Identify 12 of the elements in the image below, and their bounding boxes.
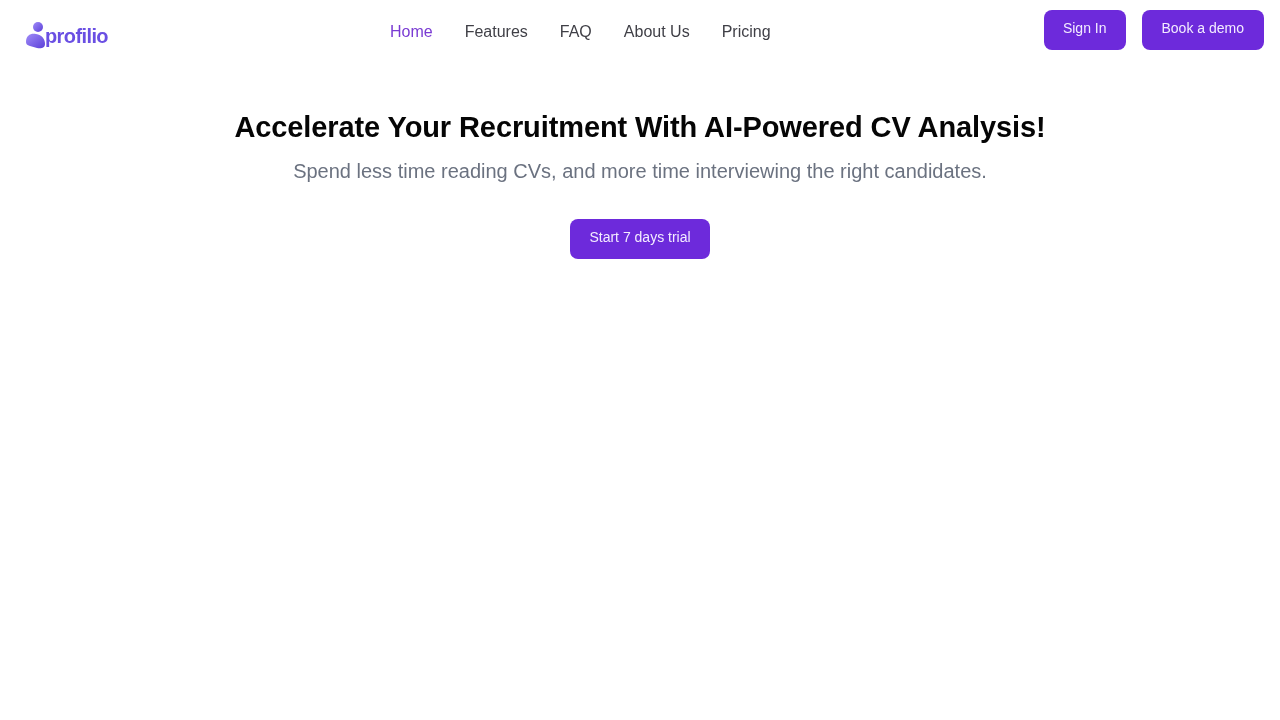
logo-wordmark[interactable]: profilio [45, 23, 108, 48]
start-trial-button[interactable]: Start 7 days trial [570, 219, 710, 259]
book-demo-button[interactable]: Book a demo [1141, 10, 1264, 50]
nav-link[interactable]: Features [464, 22, 528, 42]
nav-link[interactable]: Home [389, 22, 433, 42]
nav-link[interactable]: About Us [623, 22, 690, 42]
nav-link[interactable]: FAQ [559, 22, 592, 42]
hero-subtitle: Spend less time reading CVs, and more time interviewing the right candidates. [293, 159, 987, 183]
hero-title: Accelerate Your Recruitment With AI-Powered CV Analysis! [234, 110, 1046, 144]
nav-link[interactable]: Pricing [721, 22, 771, 42]
person-logo-icon [25, 22, 45, 49]
sign-in-button[interactable]: Sign In [1043, 10, 1126, 50]
